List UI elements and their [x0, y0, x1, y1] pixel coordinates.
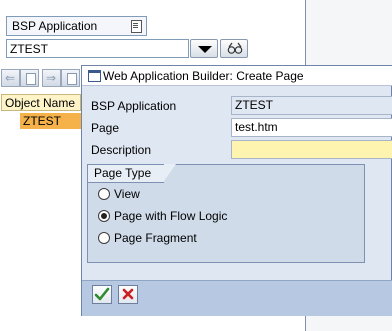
radio-flow-label: Page with Flow Logic [114, 209, 228, 223]
page-input[interactable]: test.htm [231, 118, 392, 137]
page-type-tab: Page Type [87, 164, 176, 183]
list-icon[interactable] [131, 20, 142, 33]
arrow-left-icon: ⇐ [5, 71, 16, 85]
forward-list-button[interactable] [61, 69, 80, 87]
cancel-button[interactable] [118, 285, 138, 304]
checkmark-icon [94, 287, 110, 301]
display-button[interactable] [190, 39, 218, 58]
back-button[interactable]: ⇐ [1, 69, 20, 87]
radio-view-label: View [114, 187, 140, 201]
bsp-application-label: BSP Application [91, 99, 177, 113]
object-type-select[interactable]: BSP Application [6, 16, 147, 36]
radio-button-selected-icon[interactable] [98, 210, 110, 222]
forward-button[interactable]: ⇒ [42, 69, 61, 87]
cancel-x-icon [122, 288, 134, 300]
document-icon [26, 73, 36, 85]
page-type-title: Page Type [94, 166, 152, 180]
radio-button-icon[interactable] [98, 232, 110, 244]
description-input[interactable] [231, 140, 392, 159]
document-icon [67, 73, 77, 85]
glasses-icon [227, 42, 243, 54]
radio-button-icon[interactable] [98, 188, 110, 200]
create-page-dialog: Web Application Builder: Create Page BSP… [81, 65, 392, 316]
bsp-application-field: ZTEST [231, 96, 392, 115]
dialog-titlebar[interactable]: Web Application Builder: Create Page [82, 66, 392, 86]
description-label: Description [91, 143, 152, 157]
glasses-button[interactable] [220, 39, 248, 58]
radio-fragment-label: Page Fragment [114, 231, 197, 245]
window-icon [88, 70, 101, 82]
column-header-object-name[interactable]: Object Name [1, 94, 81, 111]
back-list-button[interactable] [20, 69, 39, 87]
page-type-group: Page Type View Page with Flow Logic Page… [87, 164, 365, 263]
arrow-right-icon: ⇒ [46, 71, 57, 85]
object-type-value: BSP Application [12, 19, 98, 33]
dialog-title: Web Application Builder: Create Page [103, 69, 304, 83]
dropdown-triangle-icon [198, 46, 212, 53]
tree-item-ztest[interactable]: ZTEST [20, 113, 81, 129]
object-name-input[interactable]: ZTEST [6, 39, 189, 58]
ok-button[interactable] [92, 285, 112, 304]
page-label: Page [91, 121, 120, 135]
